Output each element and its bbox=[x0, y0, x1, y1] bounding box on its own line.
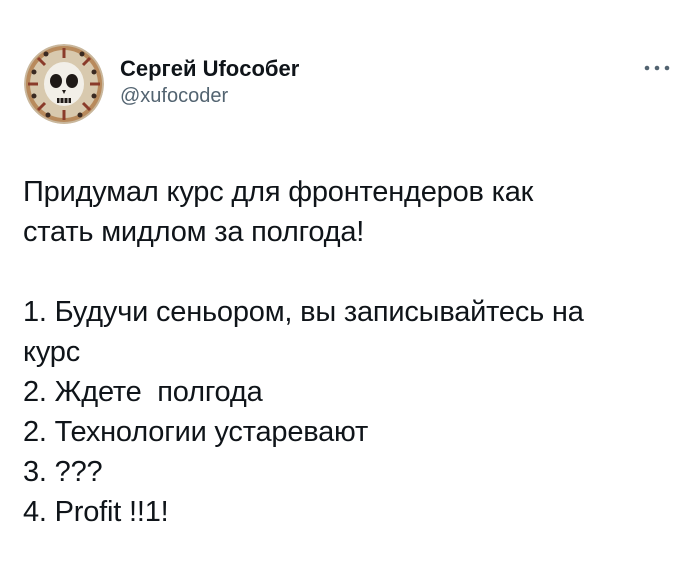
avatar[interactable] bbox=[24, 44, 104, 124]
tweet-text-line: 3. ??? bbox=[23, 456, 103, 488]
tweet-card: Сергей Ufocoбer @xufocoder Придумал курс… bbox=[0, 0, 700, 585]
tweet-text-line: Придумал курс для фронтендеров как bbox=[23, 176, 534, 208]
skull-mask-icon bbox=[24, 44, 104, 124]
more-options-icon bbox=[644, 65, 670, 71]
tweet-text-line: 1. Будучи сеньором, вы записывайтесь на bbox=[23, 296, 584, 328]
display-name[interactable]: Сергей Ufocoбer bbox=[120, 56, 299, 82]
tweet-text-line: 2. Технологии устаревают bbox=[23, 416, 369, 448]
tweet-text-line: курс bbox=[23, 336, 81, 368]
tweet-text-line: 2. Ждете полгода bbox=[23, 376, 263, 408]
author-info: Сергей Ufocoбer @xufocoder bbox=[120, 56, 299, 108]
tweet-text: Придумал курс для фронтендеров как стать… bbox=[23, 172, 673, 532]
tweet-text-line: стать мидлом за полгода! bbox=[23, 216, 365, 248]
tweet-text-line: 4. Profit !!1! bbox=[23, 496, 169, 528]
more-options-button[interactable] bbox=[640, 58, 674, 78]
user-handle[interactable]: @xufocoder bbox=[120, 84, 299, 108]
